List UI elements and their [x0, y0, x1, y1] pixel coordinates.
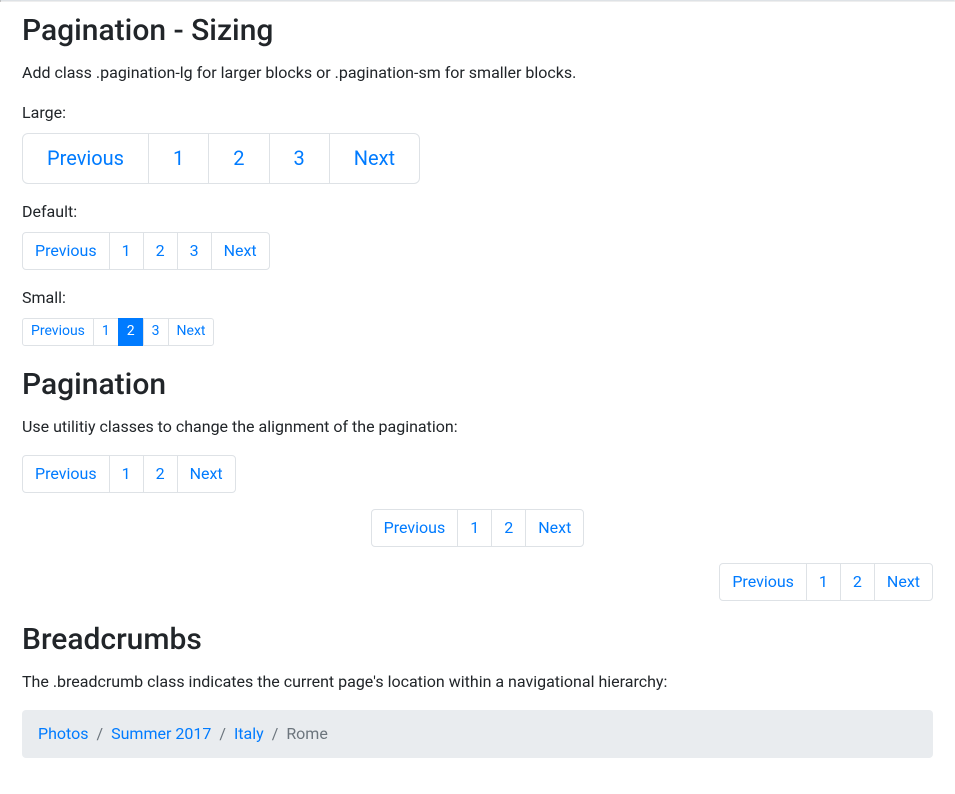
page-1[interactable]: 1 — [109, 455, 144, 493]
page-1[interactable]: 1 — [457, 509, 492, 547]
page-2[interactable]: 2 — [840, 563, 875, 601]
page-next[interactable]: Next — [329, 133, 420, 184]
page-previous[interactable]: Previous — [22, 232, 110, 270]
page-next[interactable]: Next — [168, 318, 215, 346]
page-previous[interactable]: Previous — [22, 133, 149, 184]
breadcrumb: Photos Summer 2017 Italy Rome — [22, 710, 933, 758]
page-next[interactable]: Next — [525, 509, 584, 547]
page-2[interactable]: 2 — [143, 455, 178, 493]
page-1[interactable]: 1 — [93, 318, 119, 346]
page-2[interactable]: 2 — [491, 509, 526, 547]
text-sizing-desc: Add class .pagination-lg for larger bloc… — [22, 61, 933, 85]
pagination-align-right: Previous 1 2 Next — [22, 563, 933, 601]
text-alignment-desc: Use utilitiy classes to change the align… — [22, 415, 933, 439]
pagination-large: Previous 1 2 3 Next — [22, 133, 933, 184]
breadcrumb-link-summer-2017[interactable]: Summer 2017 — [111, 724, 211, 743]
text-breadcrumb-desc: The .breadcrumb class indicates the curr… — [22, 670, 933, 694]
breadcrumb-current: Rome — [264, 722, 328, 746]
page-3[interactable]: 3 — [177, 232, 212, 270]
label-default: Default: — [22, 200, 933, 224]
page-previous[interactable]: Previous — [22, 455, 110, 493]
label-small: Small: — [22, 286, 933, 310]
page-2-active[interactable]: 2 — [118, 318, 144, 346]
label-large: Large: — [22, 101, 933, 125]
page-1[interactable]: 1 — [109, 232, 144, 270]
breadcrumb-link-photos[interactable]: Photos — [38, 724, 89, 743]
page-3[interactable]: 3 — [143, 318, 169, 346]
page-next[interactable]: Next — [211, 232, 270, 270]
heading-breadcrumbs: Breadcrumbs — [22, 617, 933, 662]
heading-pagination-alignment: Pagination — [22, 362, 933, 407]
heading-pagination-sizing: Pagination - Sizing — [22, 8, 933, 53]
page-2[interactable]: 2 — [143, 232, 178, 270]
page-previous[interactable]: Previous — [719, 563, 807, 601]
page-3[interactable]: 3 — [269, 133, 330, 184]
page-previous[interactable]: Previous — [371, 509, 459, 547]
pagination-small: Previous 1 2 3 Next — [22, 318, 933, 346]
pagination-align-center: Previous 1 2 Next — [22, 509, 933, 547]
pagination-default: Previous 1 2 3 Next — [22, 232, 933, 270]
page-1[interactable]: 1 — [806, 563, 841, 601]
breadcrumb-link-italy[interactable]: Italy — [234, 724, 264, 743]
page-1[interactable]: 1 — [148, 133, 209, 184]
page-2[interactable]: 2 — [208, 133, 269, 184]
page-next[interactable]: Next — [177, 455, 236, 493]
pagination-align-left: Previous 1 2 Next — [22, 455, 933, 493]
top-divider — [0, 0, 955, 2]
page-previous[interactable]: Previous — [22, 318, 94, 346]
page-next[interactable]: Next — [874, 563, 933, 601]
